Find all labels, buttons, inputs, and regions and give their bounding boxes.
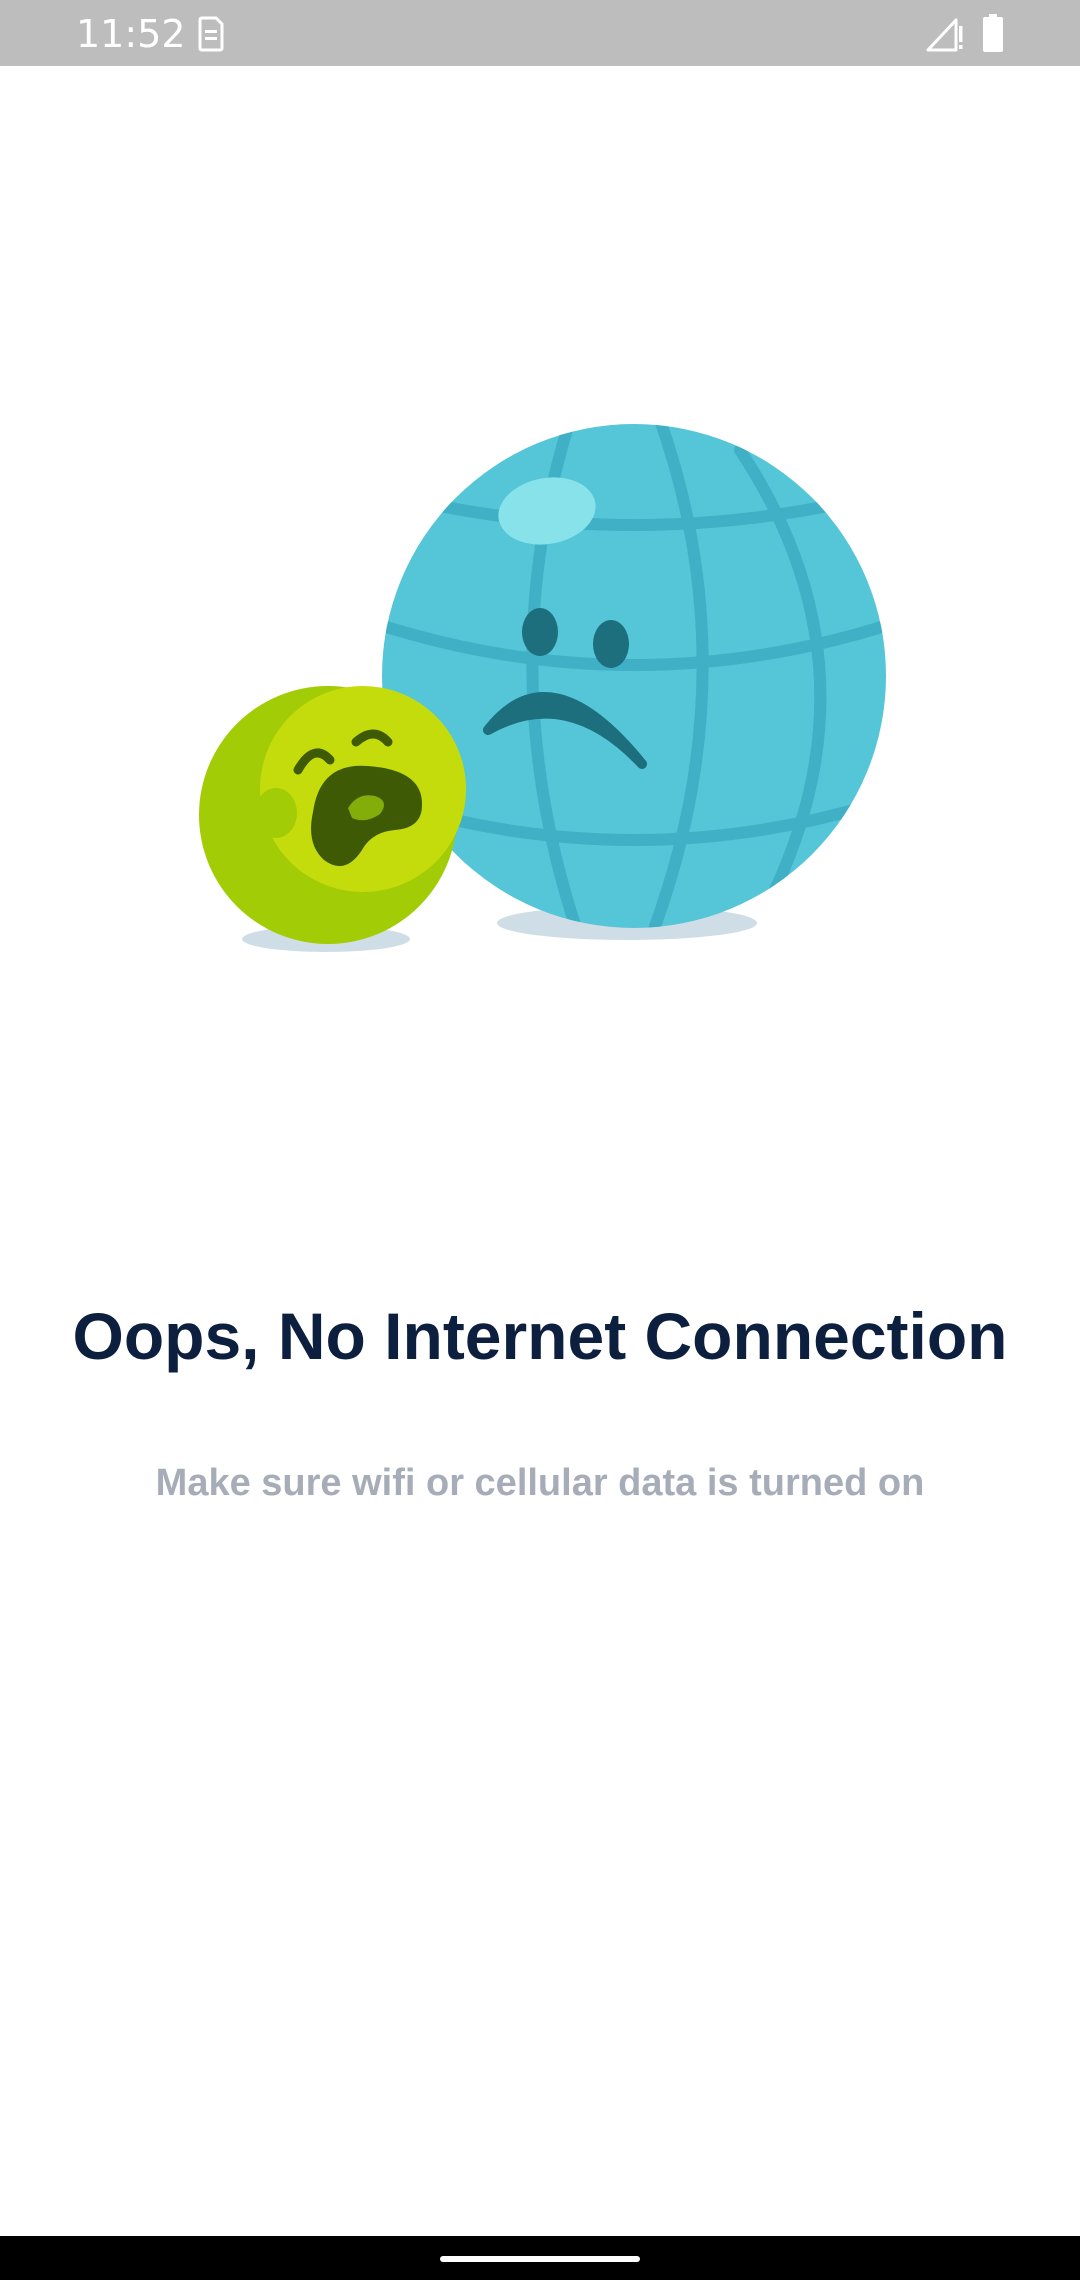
status-bar: 11:52 bbox=[0, 0, 1080, 66]
sad-globe-icon bbox=[382, 424, 886, 928]
signal-no-service-icon bbox=[926, 18, 963, 52]
status-time: 11:52 bbox=[76, 12, 186, 56]
home-indicator[interactable] bbox=[440, 2256, 640, 2262]
crying-ball-icon bbox=[199, 686, 466, 944]
battery-full-icon bbox=[983, 14, 1003, 52]
no-connection-illustration bbox=[199, 424, 886, 952]
navigation-bar bbox=[0, 2236, 1080, 2280]
error-subtitle: Make sure wifi or cellular data is turne… bbox=[155, 1462, 925, 1504]
sim-notification-icon bbox=[198, 16, 224, 52]
error-title: Oops, No Internet Connection bbox=[72, 1299, 1008, 1373]
